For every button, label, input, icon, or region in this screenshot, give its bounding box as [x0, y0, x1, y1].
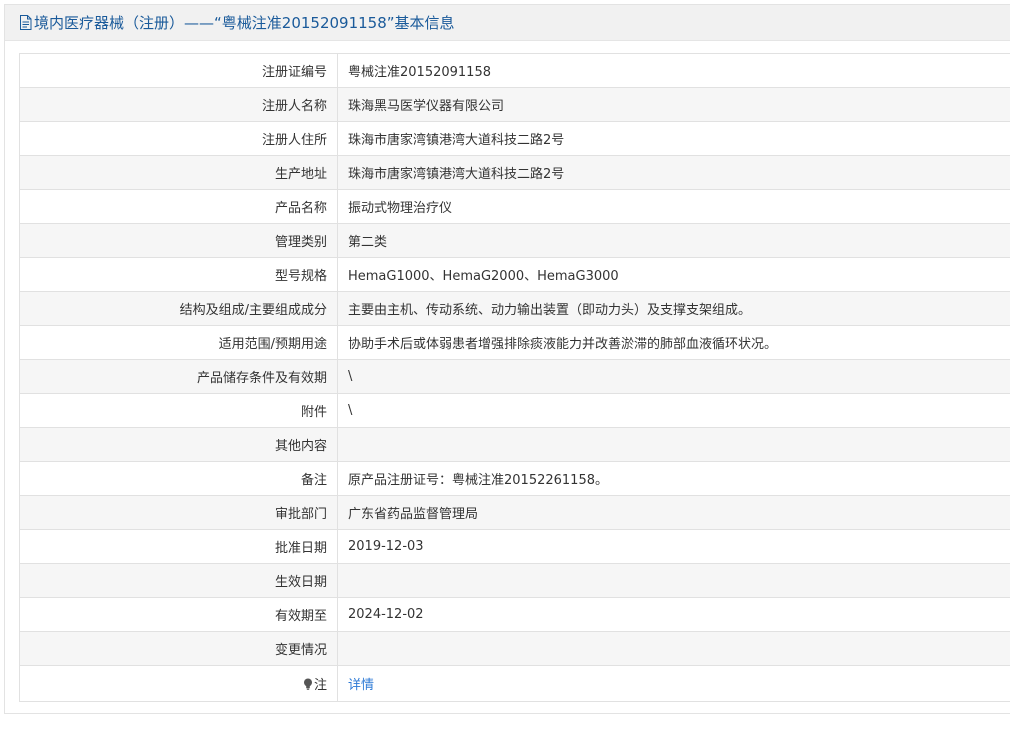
table-row: 型号规格 HemaG1000、HemaG2000、HemaG3000: [19, 257, 1010, 292]
row-value: [337, 427, 1010, 462]
row-label: 注册人名称: [19, 87, 338, 122]
row-value: 振动式物理治疗仪: [337, 189, 1010, 224]
table-row: 注册人名称 珠海黑马医学仪器有限公司: [19, 87, 1010, 122]
row-value: \: [337, 393, 1010, 428]
row-label: 生产地址: [19, 155, 338, 190]
row-label: 型号规格: [19, 257, 338, 292]
page-title: 境内医疗器械（注册）——“粤械注准20152091158”基本信息: [34, 14, 455, 32]
row-value: [337, 563, 1010, 598]
row-label: 管理类别: [19, 223, 338, 258]
table-row: 批准日期 2019-12-03: [19, 529, 1010, 564]
row-label: 批准日期: [19, 529, 338, 564]
row-value: 珠海市唐家湾镇港湾大道科技二路2号: [337, 121, 1010, 156]
panel-header: 境内医疗器械（注册）——“粤械注准20152091158”基本信息: [5, 5, 1010, 41]
row-value: 协助手术后或体弱患者增强排除痰液能力并改善淤滞的肺部血液循环状况。: [337, 325, 1010, 360]
row-value: 2024-12-02: [337, 597, 1010, 632]
detail-link[interactable]: 详情: [348, 678, 374, 693]
row-label: 有效期至: [19, 597, 338, 632]
table-row: 生效日期: [19, 563, 1010, 598]
row-value: 原产品注册证号：粤械注准20152261158。: [337, 461, 1010, 496]
table-row: 变更情况: [19, 631, 1010, 666]
table-row: 注册人住所 珠海市唐家湾镇港湾大道科技二路2号: [19, 121, 1010, 156]
row-label: 附件: [19, 393, 338, 428]
row-value: 主要由主机、传动系统、动力输出装置（即动力头）及支撑支架组成。: [337, 291, 1010, 326]
row-label: 审批部门: [19, 495, 338, 530]
table-row: 有效期至 2024-12-02: [19, 597, 1010, 632]
row-label: 适用范围/预期用途: [19, 325, 338, 360]
row-label: 注册人住所: [19, 121, 338, 156]
table-row: 管理类别 第二类: [19, 223, 1010, 258]
row-value: HemaG1000、HemaG2000、HemaG3000: [337, 257, 1010, 292]
table-row: 结构及组成/主要组成成分 主要由主机、传动系统、动力输出装置（即动力头）及支撑支…: [19, 291, 1010, 326]
info-panel: 境内医疗器械（注册）——“粤械注准20152091158”基本信息 注册证编号 …: [4, 4, 1010, 714]
info-table: 注册证编号 粤械注准20152091158 注册人名称 珠海黑马医学仪器有限公司…: [19, 53, 1010, 702]
table-row: 审批部门 广东省药品监督管理局: [19, 495, 1010, 530]
row-label: 产品储存条件及有效期: [19, 359, 338, 394]
info-table-wrap: 注册证编号 粤械注准20152091158 注册人名称 珠海黑马医学仪器有限公司…: [19, 53, 1010, 702]
row-value: 2019-12-03: [337, 529, 1010, 564]
document-icon: [20, 15, 32, 30]
note-label: 注: [313, 678, 327, 693]
row-label: 其他内容: [19, 427, 338, 462]
row-label: 备注: [19, 461, 338, 496]
table-row: 产品储存条件及有效期 \: [19, 359, 1010, 394]
row-label: 产品名称: [19, 189, 338, 224]
row-label: 结构及组成/主要组成成分: [19, 291, 338, 326]
row-value: 粤械注准20152091158: [337, 53, 1010, 88]
table-row: 适用范围/预期用途 协助手术后或体弱患者增强排除痰液能力并改善淤滞的肺部血液循环…: [19, 325, 1010, 360]
row-label: 生效日期: [19, 563, 338, 598]
table-row: 产品名称 振动式物理治疗仪: [19, 189, 1010, 224]
row-value: [337, 631, 1010, 666]
row-value: 第二类: [337, 223, 1010, 258]
lightbulb-icon: [303, 678, 312, 690]
table-row: 其他内容: [19, 427, 1010, 462]
table-row-note: 注 详情: [19, 665, 1010, 702]
note-value-cell: 详情: [337, 665, 1010, 702]
row-label: 变更情况: [19, 631, 338, 666]
row-label: 注册证编号: [19, 53, 338, 88]
table-row: 备注 原产品注册证号：粤械注准20152261158。: [19, 461, 1010, 496]
table-row: 生产地址 珠海市唐家湾镇港湾大道科技二路2号: [19, 155, 1010, 190]
row-value: 珠海市唐家湾镇港湾大道科技二路2号: [337, 155, 1010, 190]
note-label-cell: 注: [19, 665, 338, 702]
table-row: 注册证编号 粤械注准20152091158: [19, 53, 1010, 88]
row-value: \: [337, 359, 1010, 394]
row-value: 广东省药品监督管理局: [337, 495, 1010, 530]
table-row: 附件 \: [19, 393, 1010, 428]
row-value: 珠海黑马医学仪器有限公司: [337, 87, 1010, 122]
